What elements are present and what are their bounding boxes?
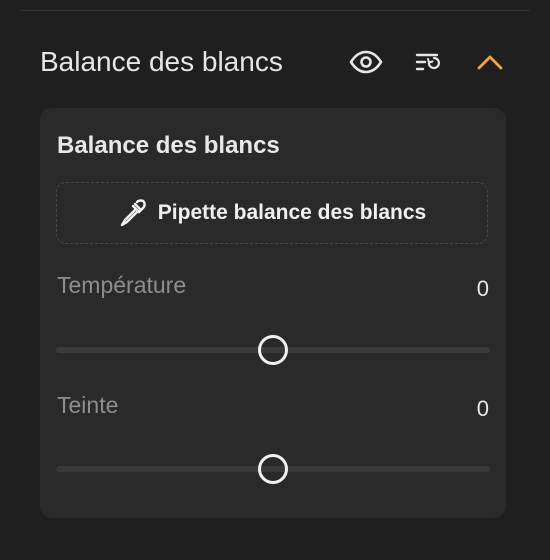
chevron-up-icon bbox=[477, 55, 503, 70]
tint-label: Teinte bbox=[57, 392, 119, 418]
reset-button[interactable] bbox=[408, 42, 448, 82]
white-balance-panel: Balance des blancs Balance des blancs Pi… bbox=[0, 0, 550, 560]
eyedropper-icon bbox=[120, 199, 146, 227]
visibility-toggle-button[interactable] bbox=[346, 42, 386, 82]
card-title: Balance des blancs bbox=[57, 132, 280, 159]
section-title: Balance des blancs bbox=[40, 46, 283, 77]
header-actions bbox=[346, 42, 510, 82]
eyedropper-label: Pipette balance des blancs bbox=[157, 201, 427, 224]
temperature-value[interactable]: 0 bbox=[477, 276, 489, 302]
divider bbox=[20, 10, 530, 11]
temperature-slider-thumb[interactable] bbox=[258, 335, 288, 365]
eye-icon bbox=[349, 50, 383, 74]
reset-list-icon bbox=[415, 53, 440, 71]
tint-value[interactable]: 0 bbox=[477, 396, 489, 422]
temperature-label: Température bbox=[57, 272, 187, 298]
section-header: Balance des blancs bbox=[40, 40, 510, 84]
tint-slider-thumb[interactable] bbox=[258, 454, 288, 484]
white-balance-card: Balance des blancs Pipette balance des b… bbox=[40, 108, 506, 518]
tint-slider-track[interactable] bbox=[56, 454, 490, 484]
collapse-button[interactable] bbox=[470, 42, 510, 82]
eyedropper-button[interactable]: Pipette balance des blancs bbox=[56, 182, 488, 244]
temperature-slider-track[interactable] bbox=[56, 335, 490, 365]
